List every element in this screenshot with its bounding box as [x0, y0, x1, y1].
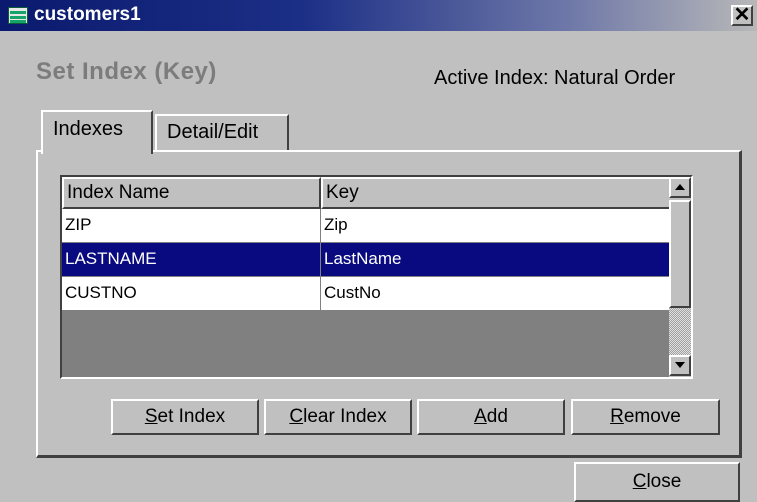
cell-index-name[interactable]: LASTNAME [62, 243, 321, 277]
page-title: Set Index (Key) [36, 58, 217, 85]
cell-index-name[interactable]: ZIP [62, 209, 321, 243]
active-index-label: Active Index: Natural Order [434, 67, 676, 89]
table-row[interactable]: ZIP Zip [62, 209, 673, 243]
scroll-down-button[interactable] [669, 355, 691, 376]
scroll-up-button[interactable] [669, 177, 691, 198]
vertical-scrollbar[interactable] [669, 177, 691, 377]
add-button[interactable]: Add [417, 399, 565, 435]
table-row-selected[interactable]: LASTNAME LastName [62, 243, 673, 277]
column-header-key[interactable]: Key [321, 177, 673, 209]
remove-button[interactable]: Remove [571, 399, 720, 435]
tab-detail-edit[interactable]: Detail/Edit [155, 114, 289, 152]
column-header-index-name[interactable]: Index Name [62, 177, 321, 209]
title-bar: customers1 ✕ [0, 0, 757, 31]
scroll-track[interactable] [669, 308, 691, 355]
table-icon [8, 7, 28, 24]
close-icon[interactable]: ✕ [731, 5, 753, 26]
clear-index-button[interactable]: Clear Index [264, 399, 412, 435]
arrow-up-icon [675, 184, 685, 190]
tab-indexes[interactable]: Indexes [41, 110, 153, 154]
cell-key[interactable]: Zip [321, 209, 673, 243]
cell-index-name[interactable]: CUSTNO [62, 277, 321, 311]
scroll-thumb[interactable] [669, 200, 691, 308]
cell-key[interactable]: CustNo [321, 277, 673, 311]
window-title: customers1 [34, 4, 141, 25]
set-index-button[interactable]: Set Index [111, 399, 259, 435]
index-grid[interactable]: Index Name Key ZIP Zip LASTNAME LastName… [60, 175, 693, 379]
grid-header: Index Name Key [62, 177, 673, 209]
close-button[interactable]: Close [574, 462, 740, 502]
table-row[interactable]: CUSTNO CustNo [62, 277, 673, 311]
arrow-down-icon [675, 362, 685, 368]
cell-key[interactable]: LastName [321, 243, 673, 277]
